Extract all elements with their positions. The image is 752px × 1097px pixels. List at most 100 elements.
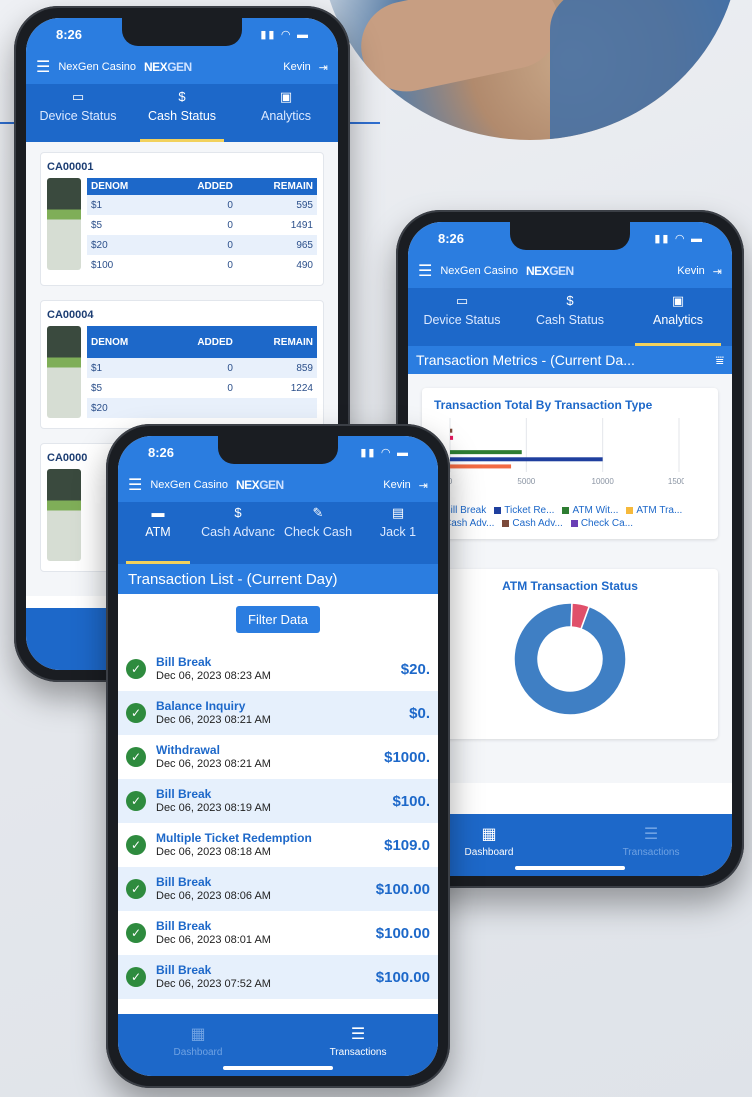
notch	[510, 222, 630, 250]
tab-analytics[interactable]: ▣ Analytics	[234, 84, 338, 142]
check-circle-icon: ✓	[126, 835, 146, 855]
donut-chart-card: ATM Transaction Status	[422, 568, 718, 740]
transaction-row[interactable]: ✓ Multiple Ticket Redemption Dec 06, 2023 …	[118, 823, 438, 867]
logout-icon[interactable]: ⇥	[713, 265, 722, 278]
table-row: $100 0 490	[91, 259, 313, 271]
cassette-card: CA00004 DENOM ADDED REMAIN $1 0 859 $5 0 1224 …	[40, 300, 324, 429]
atm-machine-image	[47, 326, 81, 418]
tab-jackpot[interactable]: ▤ Jack 1	[358, 502, 438, 564]
transaction-list-header: Transaction List - (Current Day)	[118, 564, 438, 594]
transaction-date: Dec 06, 2023 08:06 AM	[156, 889, 271, 902]
monitor-icon: ▭	[455, 293, 469, 308]
dollar-icon: $	[234, 505, 242, 520]
transaction-row[interactable]: ✓ Withdrawal Dec 06, 2023 08:21 AM $1000.	[118, 735, 438, 779]
transaction-type: Bill Break	[156, 963, 212, 978]
transaction-type: Withdrawal	[156, 743, 220, 758]
legend-item: Cash Adv...	[502, 518, 563, 529]
cassette-id: CA00004	[47, 309, 94, 321]
logout-icon[interactable]: ⇥	[419, 479, 428, 492]
user-name: Kevin	[283, 61, 311, 73]
menu-icon[interactable]: ☰	[128, 475, 142, 495]
transaction-type: Bill Break	[156, 655, 212, 670]
denom-table: DENOM ADDED REMAIN $1 0 859 $5 0 1224 $20	[87, 326, 317, 418]
donut-title: ATM Transaction Status	[502, 578, 638, 593]
bar	[450, 435, 454, 440]
legend-item: Check Ca...	[570, 518, 633, 529]
dollar-icon: $	[178, 89, 186, 104]
notch	[218, 436, 338, 464]
tab-analytics[interactable]: ▣ Analytics	[624, 288, 732, 346]
atm-tabs: ▬ ATM $ Cash Advanc ✎ Check Cash ▤ Jack 1	[118, 502, 438, 564]
jackpot-icon: ▤	[391, 505, 405, 520]
chart-icon: ▣	[279, 89, 293, 104]
user-name: Kevin	[677, 265, 705, 277]
atm-machine-image	[47, 178, 81, 270]
chart-legend: Bill Break Ticket Re... ATM Wit... ATM Tra.…	[434, 505, 706, 529]
legend-item: Ticket Re...	[494, 505, 554, 516]
list-icon: ☰	[643, 826, 659, 843]
transaction-date: Dec 06, 2023 08:18 AM	[156, 845, 271, 858]
transaction-row[interactable]: ✓ Bill Break Dec 06, 2023 08:06 AM $100.00	[118, 867, 438, 911]
metrics-header: Transaction Metrics - (Current Da... ⩸	[408, 346, 732, 374]
transaction-amount: $100.00	[375, 880, 430, 898]
screen: 8:26 ▮▮ ◠ ▬ ☰ NexGen Casino NEXGEN Kevin…	[118, 436, 438, 1076]
top-tabs: ▭ Device Status $ Cash Status ▣ Analytics	[408, 288, 732, 346]
bar	[450, 464, 512, 469]
filter-data-button[interactable]: Filter Data	[236, 606, 320, 633]
transaction-date: Dec 06, 2023 08:01 AM	[156, 933, 271, 946]
screen: 8:26 ▮▮ ◠ ▬ ☰ NexGen Casino NEXGEN Kevin…	[408, 222, 732, 876]
transaction-row[interactable]: ✓ Bill Break Dec 06, 2023 08:23 AM $20.	[118, 647, 438, 691]
tab-cash-advance[interactable]: $ Cash Advanc	[198, 502, 278, 564]
transaction-amount: $100.	[392, 792, 430, 810]
logo: NEXGEN	[236, 478, 284, 492]
transaction-row[interactable]: ✓ Balance Inquiry Dec 06, 2023 08:21 AM $0.	[118, 691, 438, 735]
x-tick-label: 15000	[668, 477, 684, 486]
shirt-image	[550, 0, 740, 140]
cassette-id: CA00001	[47, 161, 94, 173]
monitor-icon: ▭	[71, 89, 85, 104]
tab-cash-status[interactable]: $ Cash Status	[516, 288, 624, 346]
status-time: 8:26	[56, 26, 83, 42]
tab-cash-status[interactable]: $ Cash Status	[130, 84, 234, 142]
bar	[450, 428, 453, 433]
transaction-date: Dec 06, 2023 08:21 AM	[156, 757, 271, 770]
table-row: $1 0 595	[87, 195, 317, 215]
tab-device-status[interactable]: ▭ Device Status	[26, 84, 130, 142]
list-icon: ☰	[350, 1026, 366, 1043]
hand-image	[352, 0, 568, 100]
chart-title: Transaction Total By Transaction Type	[434, 398, 653, 412]
transaction-row[interactable]: ✓ Bill Break Dec 06, 2023 08:01 AM $100.00	[118, 911, 438, 955]
table-row: $5 0 1224	[91, 382, 313, 394]
signal-wifi-battery-icon: ▮▮ ◠ ▬	[360, 446, 410, 459]
dashboard-icon: ▦	[190, 1026, 206, 1043]
filter-icon[interactable]: ⩸	[715, 352, 724, 369]
x-tick-label: 10000	[592, 477, 615, 486]
signal-wifi-battery-icon: ▮▮ ◠ ▬	[654, 232, 704, 245]
menu-icon[interactable]: ☰	[36, 57, 50, 77]
check-circle-icon: ✓	[126, 659, 146, 679]
transaction-type: Balance Inquiry	[156, 699, 246, 714]
transaction-row[interactable]: ✓ Bill Break Dec 06, 2023 07:52 AM $100.00	[118, 955, 438, 999]
bar	[450, 456, 603, 461]
tab-device-status[interactable]: ▭ Device Status	[408, 288, 516, 346]
logout-icon[interactable]: ⇥	[319, 61, 328, 74]
transaction-row[interactable]: ✓ Bill Break Dec 06, 2023 08:19 AM $100.	[118, 779, 438, 823]
transaction-amount: $0.	[409, 704, 430, 722]
transaction-amount: $20.	[400, 660, 430, 678]
app-bar: ☰ NexGen Casino NEXGEN Kevin ⇥	[408, 254, 732, 288]
transaction-type: Bill Break	[156, 787, 212, 802]
app-title: NexGen Casino	[150, 479, 228, 491]
transaction-type: Bill Break	[156, 919, 212, 934]
x-tick-label: 5000	[517, 477, 535, 486]
metrics-title: Transaction Metrics - (Current Da...	[416, 352, 635, 368]
top-tabs: ▭ Device Status $ Cash Status ▣ Analytics	[26, 84, 338, 142]
tab-check-cash[interactable]: ✎ Check Cash	[278, 502, 358, 564]
tab-atm[interactable]: ▬ ATM	[118, 502, 198, 564]
check-circle-icon: ✓	[126, 703, 146, 723]
app-bar: ☰ NexGen Casino NEXGEN Kevin ⇥	[118, 468, 438, 502]
menu-icon[interactable]: ☰	[418, 261, 432, 281]
transaction-amount: $100.00	[375, 968, 430, 986]
logo: NEXGEN	[144, 60, 192, 74]
denom-table: DENOM ADDED REMAIN $1 0 595 $5 0 1491 $20 0 965 …	[87, 178, 317, 275]
check-circle-icon: ✓	[126, 967, 146, 987]
